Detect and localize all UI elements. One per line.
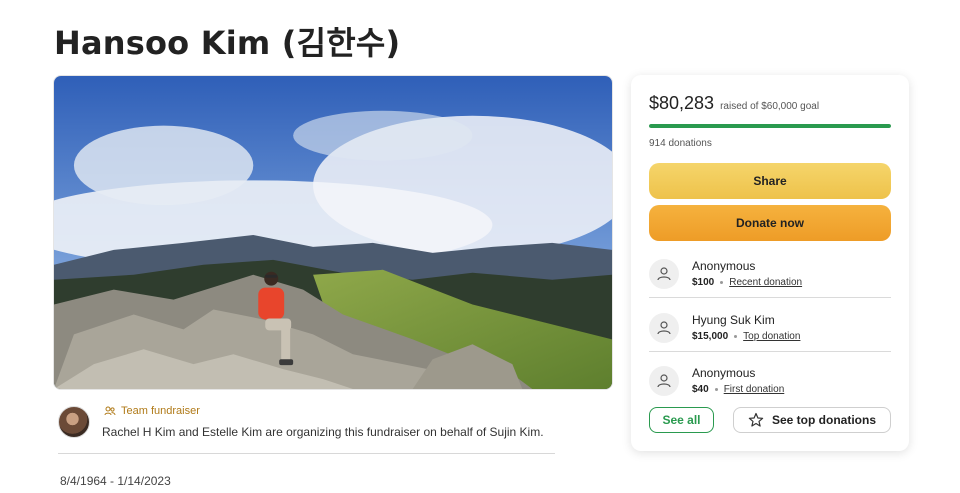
raised-amount: $80,283 — [649, 93, 715, 113]
amount-raised: $80,283 raised of $60,000 goal — [649, 93, 819, 114]
separator-dot — [734, 335, 738, 338]
donations-count: 914 donations — [649, 138, 712, 149]
donor-icon — [649, 366, 679, 396]
share-button[interactable]: Share — [649, 163, 891, 199]
progress-bar — [649, 124, 891, 128]
donor-icon — [649, 313, 679, 343]
organizer-description: Rachel H Kim and Estelle Kim are organiz… — [102, 425, 544, 439]
donor-name: Hyung Suk Kim — [692, 313, 775, 327]
team-fundraiser-tag: Team fundraiser — [104, 405, 200, 417]
top-donation-link[interactable]: Top donation — [743, 331, 800, 342]
first-donation-link[interactable]: First donation — [724, 384, 785, 395]
donation-card: $80,283 raised of $60,000 goal 914 donat… — [631, 75, 909, 451]
star-icon — [748, 412, 764, 427]
goal-text: raised of $60,000 goal — [720, 101, 820, 112]
see-top-donations-button[interactable]: See top donations — [733, 407, 891, 433]
team-fundraiser-label: Team fundraiser — [121, 405, 200, 417]
divider — [649, 297, 891, 298]
donation-item: Anonymous $40 First donation — [649, 362, 891, 412]
separator-dot — [714, 388, 718, 391]
donation-amount: $100 — [692, 277, 715, 288]
divider — [58, 453, 555, 454]
page-title: Hansoo Kim (김한수) — [54, 24, 401, 62]
progress-fill — [649, 124, 891, 128]
donation-amount: $40 — [692, 384, 709, 395]
donor-name: Anonymous — [692, 259, 756, 273]
donation-amount: $15,000 — [692, 331, 729, 342]
donor-name: Anonymous — [692, 366, 756, 380]
donate-now-button[interactable]: Donate now — [649, 205, 891, 241]
hero-photo — [53, 75, 613, 390]
team-icon — [104, 406, 116, 416]
divider — [649, 351, 891, 352]
donor-icon — [649, 259, 679, 289]
organizer-section: Team fundraiser Rachel H Kim and Estelle… — [58, 405, 558, 455]
see-all-button[interactable]: See all — [649, 407, 714, 433]
separator-dot — [720, 281, 724, 284]
organizer-avatar[interactable] — [58, 406, 90, 438]
life-dates: 8/4/1964 - 1/14/2023 — [60, 474, 171, 488]
recent-donation-link[interactable]: Recent donation — [729, 277, 802, 288]
see-top-donations-label: See top donations — [771, 413, 876, 427]
